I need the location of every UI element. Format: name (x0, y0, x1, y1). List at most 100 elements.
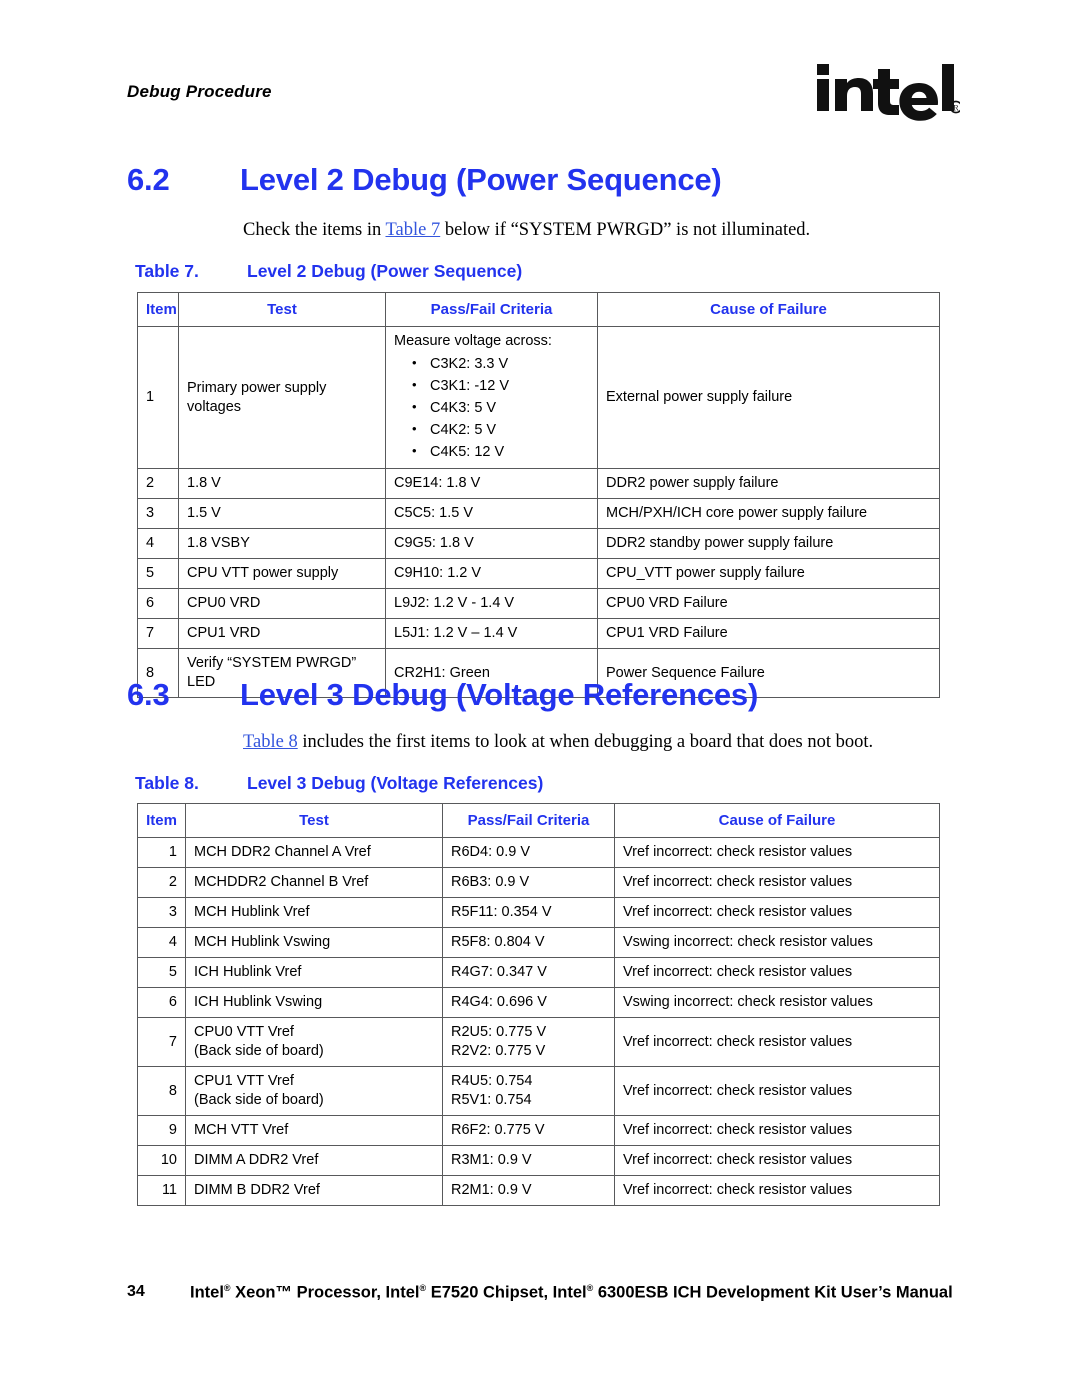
cell-criteria-line2: R5V1: 0.754 (451, 1092, 532, 1108)
cell-cause: Vswing incorrect: check resistor values (614, 987, 940, 1018)
cell-item: 4 (137, 927, 186, 958)
cell-criteria: R4G4: 0.696 V (442, 987, 615, 1018)
cell-item: 7 (137, 618, 179, 649)
cell-test-line2: (Back side of board) (194, 1043, 324, 1059)
table-8-caption: Table 8. Level 3 Debug (Voltage Reference… (135, 773, 543, 794)
cell-test-line1: CPU0 VTT Vref (194, 1024, 294, 1040)
cell-test: MCH DDR2 Channel A Vref (185, 837, 443, 868)
cell-test: MCHDDR2 Channel B Vref (185, 867, 443, 898)
document-page: Debug Procedure R 6.2 Level 2 Debug (Pow… (0, 0, 1080, 1397)
cell-criteria: R6B3: 0.9 V (442, 867, 615, 898)
cell-criteria: L9J2: 1.2 V - 1.4 V (385, 588, 598, 619)
cell-test: MCH Hublink Vref (185, 897, 443, 928)
cell-test: CPU1 VRD (178, 618, 386, 649)
intro-text-after: includes the first items to look at when… (297, 732, 874, 752)
table-row: 5 CPU VTT power supply C9H10: 1.2 V CPU_… (137, 558, 940, 589)
cell-test: CPU0 VRD (178, 588, 386, 619)
table-row: 4 1.8 VSBY C9G5: 1.8 V DDR2 standby powe… (137, 528, 940, 559)
table-row: 1 Primary power supply voltages Measure … (137, 326, 940, 469)
cell-criteria: R5F8: 0.804 V (442, 927, 615, 958)
cell-criteria: R2M1: 0.9 V (442, 1175, 615, 1206)
cell-item: 6 (137, 588, 179, 619)
intro-text-before: Check the items in (243, 220, 386, 240)
cell-item: 7 (137, 1017, 186, 1067)
cell-criteria: C9H10: 1.2 V (385, 558, 598, 589)
cell-item: 2 (137, 468, 179, 499)
section-title-6-3: Level 3 Debug (Voltage References) (240, 677, 759, 712)
table-row: 2 MCHDDR2 Channel B Vref R6B3: 0.9 V Vre… (137, 867, 940, 898)
cell-criteria: R4G7: 0.347 V (442, 957, 615, 988)
section-title-6-2: Level 2 Debug (Power Sequence) (240, 162, 722, 197)
table-header-row: Item Test Pass/Fail Criteria Cause of Fa… (137, 292, 940, 327)
cell-criteria-line2: R2V2: 0.775 V (451, 1043, 546, 1059)
table-7-cross-reference[interactable]: Table 7 (386, 220, 441, 240)
cell-test-line1: CPU1 VTT Vref (194, 1073, 294, 1089)
column-header-pass-fail: Pass/Fail Criteria (385, 292, 598, 327)
cell-item: 2 (137, 867, 186, 898)
cell-cause: DDR2 power supply failure (597, 468, 940, 499)
cell-item: 5 (137, 957, 186, 988)
column-header-test: Test (178, 292, 386, 327)
table-8-caption-title: Level 3 Debug (Voltage References) (247, 773, 544, 793)
cell-test: CPU VTT power supply (178, 558, 386, 589)
cell-cause: CPU_VTT power supply failure (597, 558, 940, 589)
table-row: 5 ICH Hublink Vref R4G7: 0.347 V Vref in… (137, 957, 940, 988)
table-row: 3 MCH Hublink Vref R5F11: 0.354 V Vref i… (137, 897, 940, 928)
cell-item: 1 (137, 837, 186, 868)
cell-test: ICH Hublink Vref (185, 957, 443, 988)
table-row: 1 MCH DDR2 Channel A Vref R6D4: 0.9 V Vr… (137, 837, 940, 868)
table-row: 2 1.8 V C9E14: 1.8 V DDR2 power supply f… (137, 468, 940, 499)
cell-criteria: R2U5: 0.775 V R2V2: 0.775 V (442, 1017, 615, 1067)
footer-part4: 6300ESB ICH Development Kit User’s Manua… (593, 1283, 953, 1302)
cell-criteria: R3M1: 0.9 V (442, 1145, 615, 1176)
cell-criteria: R6D4: 0.9 V (442, 837, 615, 868)
section-number-6-3: 6.3 (127, 677, 170, 712)
table-8-caption-number: Table 8. (135, 773, 199, 793)
cell-criteria: L5J1: 1.2 V – 1.4 V (385, 618, 598, 649)
cell-item: 5 (137, 558, 179, 589)
cell-criteria: C9E14: 1.8 V (385, 468, 598, 499)
column-header-pass-fail: Pass/Fail Criteria (442, 803, 615, 838)
table-row: 7 CPU0 VTT Vref (Back side of board) R2U… (137, 1017, 940, 1067)
table-row: 9 MCH VTT Vref R6F2: 0.775 V Vref incorr… (137, 1115, 940, 1146)
cell-item: 10 (137, 1145, 186, 1176)
column-header-cause: Cause of Failure (597, 292, 940, 327)
cell-cause: Vref incorrect: check resistor values (614, 1115, 940, 1146)
cell-test: DIMM B DDR2 Vref (185, 1175, 443, 1206)
intel-logo-icon: R (817, 64, 960, 121)
table-row: 6 CPU0 VRD L9J2: 1.2 V - 1.4 V CPU0 VRD … (137, 588, 940, 619)
column-header-item: Item (137, 803, 186, 838)
cell-criteria: C5C5: 1.5 V (385, 498, 598, 529)
cell-test: 1.8 V (178, 468, 386, 499)
criteria-bullet: C3K2: 3.3 V (412, 352, 589, 375)
table-7-caption-title: Level 2 Debug (Power Sequence) (247, 261, 523, 281)
criteria-bullet: C3K1: -12 V (412, 374, 589, 397)
table-row: 4 MCH Hublink Vswing R5F8: 0.804 V Vswin… (137, 927, 940, 958)
cell-criteria: Measure voltage across: C3K2: 3.3 V C3K1… (385, 326, 598, 469)
table-row: 6 ICH Hublink Vswing R4G4: 0.696 V Vswin… (137, 987, 940, 1018)
footer-part3: E7520 Chipset, Intel (426, 1283, 587, 1302)
table-8-cross-reference[interactable]: Table 8 (243, 732, 298, 752)
registered-icon: ® (223, 1283, 231, 1293)
table-row: 7 CPU1 VRD L5J1: 1.2 V – 1.4 V CPU1 VRD … (137, 618, 940, 649)
cell-cause: Vref incorrect: check resistor values (614, 1175, 940, 1206)
table-header-row: Item Test Pass/Fail Criteria Cause of Fa… (137, 803, 940, 838)
cell-test-line2: (Back side of board) (194, 1092, 324, 1108)
cell-cause: MCH/PXH/ICH core power supply failure (597, 498, 940, 529)
column-header-test: Test (185, 803, 443, 838)
footer-page-number: 34 (127, 1283, 145, 1300)
cell-criteria: R5F11: 0.354 V (442, 897, 615, 928)
intro-text-after: below if “SYSTEM PWRGD” is not illuminat… (440, 220, 811, 240)
cell-item: 9 (137, 1115, 186, 1146)
cell-cause: Vswing incorrect: check resistor values (614, 927, 940, 958)
cell-item: 11 (137, 1175, 186, 1206)
cell-cause: Vref incorrect: check resistor values (614, 1017, 940, 1067)
cell-item: 4 (137, 528, 179, 559)
table-row: 11 DIMM B DDR2 Vref R2M1: 0.9 V Vref inc… (137, 1175, 940, 1206)
criteria-bullet-list: C3K2: 3.3 V C3K1: -12 V C4K3: 5 V C4K2: … (394, 352, 589, 463)
cell-test: CPU1 VTT Vref (Back side of board) (185, 1066, 443, 1116)
table-7-caption-number: Table 7. (135, 261, 199, 281)
table-row: 3 1.5 V C5C5: 1.5 V MCH/PXH/ICH core pow… (137, 498, 940, 529)
cell-cause: CPU0 VRD Failure (597, 588, 940, 619)
cell-cause: CPU1 VRD Failure (597, 618, 940, 649)
